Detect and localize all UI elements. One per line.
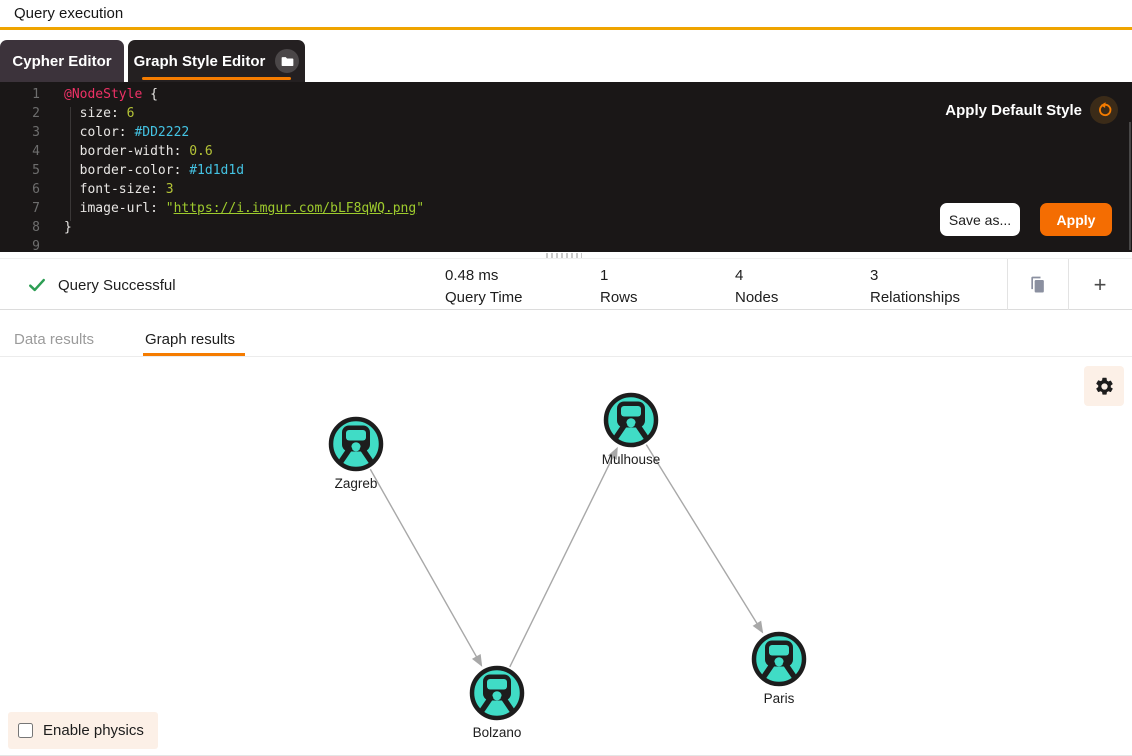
graph-node-bolzano[interactable] — [469, 665, 525, 721]
code-line[interactable]: 7 image-url: "https://i.imgur.com/bLF8qW… — [0, 199, 424, 218]
tab-graph-results[interactable]: Graph results — [145, 331, 235, 348]
window-header: Query execution — [0, 0, 1132, 27]
tab-cypher-editor[interactable]: Cypher Editor — [0, 40, 124, 82]
enable-physics-label[interactable]: Enable physics — [43, 722, 144, 739]
code-line[interactable]: 6 font-size: 3 — [0, 180, 424, 199]
metric-value: 3 — [870, 265, 960, 287]
tab-graph-style-label: Graph Style Editor — [134, 53, 266, 70]
metric-label: Relationships — [870, 287, 960, 309]
metric-relationships: 3 Relationships — [870, 265, 960, 309]
gear-icon — [1094, 376, 1115, 397]
graph-results-panel: Zagreb Mulhouse Bolzano Paris Enable physic… — [0, 357, 1132, 756]
metric-value: 1 — [600, 265, 638, 287]
enable-physics-toggle: Enable physics — [8, 712, 158, 749]
apply-default-style: Apply Default Style — [945, 96, 1118, 124]
graph-node-label: Paris — [719, 691, 839, 706]
metric-label: Nodes — [735, 287, 778, 309]
graph-edges — [0, 357, 1132, 756]
query-status-bar: Query Successful 0.48 ms Query Time 1 Ro… — [0, 258, 1132, 310]
query-status-message: Query Successful — [58, 277, 176, 294]
save-as-button[interactable]: Save as... — [940, 203, 1020, 236]
copy-icon — [1028, 275, 1048, 295]
train-icon — [603, 392, 659, 448]
line-number: 8 — [0, 218, 40, 237]
add-icon: + — [1094, 272, 1107, 298]
line-number: 2 — [0, 104, 40, 123]
query-status: Query Successful — [28, 259, 176, 311]
line-number: 5 — [0, 161, 40, 180]
undo-icon[interactable] — [1090, 96, 1118, 124]
editor-tab-bar: Cypher Editor Graph Style Editor — [0, 40, 1132, 82]
code-line[interactable]: 4 border-width: 0.6 — [0, 142, 424, 161]
graph-node-label: Bolzano — [437, 725, 557, 740]
apply-default-style-label: Apply Default Style — [945, 102, 1082, 119]
results-tab-bar: Data results Graph results — [0, 311, 1132, 357]
graph-edge[interactable] — [510, 456, 614, 667]
check-icon — [28, 276, 46, 294]
metric-rows: 1 Rows — [600, 265, 638, 309]
active-results-tab-indicator — [143, 353, 245, 356]
metric-nodes: 4 Nodes — [735, 265, 778, 309]
line-number: 1 — [0, 85, 40, 104]
line-number: 7 — [0, 199, 40, 218]
metric-value: 0.48 ms — [445, 265, 523, 287]
code-line[interactable]: 2 size: 6 — [0, 104, 424, 123]
active-tab-indicator — [142, 77, 291, 80]
train-icon — [328, 416, 384, 472]
tab-graph-style-editor[interactable]: Graph Style Editor — [128, 40, 305, 82]
style-code-editor[interactable]: 1@NodeStyle {2 size: 63 color: #DD22224 … — [0, 85, 424, 256]
enable-physics-checkbox[interactable] — [18, 723, 33, 738]
metric-label: Rows — [600, 287, 638, 309]
page-title: Query execution — [14, 5, 123, 22]
graph-settings-button[interactable] — [1084, 366, 1124, 406]
code-line[interactable]: 3 color: #DD2222 — [0, 123, 424, 142]
editor-actions: Save as... Apply — [940, 203, 1112, 236]
train-icon — [469, 665, 525, 721]
graph-node-mulhouse[interactable] — [603, 392, 659, 448]
apply-button[interactable]: Apply — [1040, 203, 1112, 236]
graph-node-zagreb[interactable] — [328, 416, 384, 472]
line-number: 4 — [0, 142, 40, 161]
copy-results-button[interactable] — [1008, 259, 1068, 310]
header-accent-bar — [0, 27, 1132, 30]
code-line[interactable]: 8} — [0, 218, 424, 237]
graph-edge[interactable] — [370, 469, 477, 658]
line-number: 3 — [0, 123, 40, 142]
code-line[interactable]: 1@NodeStyle { — [0, 85, 424, 104]
metric-label: Query Time — [445, 287, 523, 309]
add-query-button[interactable]: + — [1069, 259, 1131, 310]
graph-node-paris[interactable] — [751, 631, 807, 687]
query-execution-window: Query execution Cypher Editor Graph Styl… — [0, 0, 1132, 756]
folder-icon[interactable] — [275, 49, 299, 73]
train-icon — [751, 631, 807, 687]
tab-cypher-label: Cypher Editor — [12, 53, 111, 70]
graph-node-label: Zagreb — [296, 476, 416, 491]
graph-edge[interactable] — [646, 445, 758, 625]
graph-node-label: Mulhouse — [571, 452, 691, 467]
metric-query-time: 0.48 ms Query Time — [445, 265, 523, 309]
tab-data-results[interactable]: Data results — [14, 331, 94, 348]
graph-viewport[interactable]: Zagreb Mulhouse Bolzano Paris — [0, 357, 1132, 755]
metric-value: 4 — [735, 265, 778, 287]
editor-scrollbar[interactable] — [1129, 122, 1131, 250]
line-number: 6 — [0, 180, 40, 199]
graph-style-editor-panel: 1@NodeStyle {2 size: 63 color: #DD22224 … — [0, 82, 1132, 252]
code-line[interactable]: 5 border-color: #1d1d1d — [0, 161, 424, 180]
